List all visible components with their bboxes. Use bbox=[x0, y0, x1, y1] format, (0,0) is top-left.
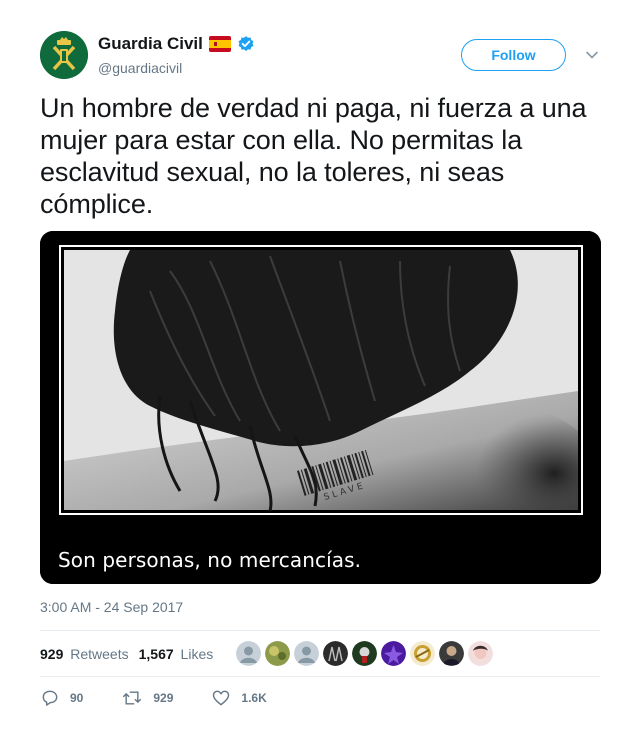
reply-count: 90 bbox=[70, 691, 84, 705]
likes-label: Likes bbox=[180, 645, 214, 662]
likes-stat[interactable]: 1,567 Likes bbox=[139, 646, 214, 662]
retweet-button[interactable]: 929 bbox=[121, 688, 173, 708]
liker-avatar[interactable] bbox=[439, 641, 465, 666]
retweet-count: 929 bbox=[153, 691, 174, 705]
account-names: Guardia Civil @guardiacivil bbox=[98, 34, 255, 76]
tweet-media-image[interactable]: SLAVE Son personas, no mercancías. bbox=[40, 231, 601, 584]
likes-count: 1,567 bbox=[138, 645, 174, 662]
like-count: 1.6K bbox=[241, 691, 267, 705]
liker-avatar[interactable] bbox=[468, 641, 494, 666]
like-button[interactable]: 1.6K bbox=[211, 688, 267, 708]
guardia-civil-emblem-icon bbox=[40, 31, 88, 79]
liker-avatar[interactable] bbox=[265, 641, 291, 666]
media-caption: Son personas, no mercancías. bbox=[58, 548, 362, 572]
tweet-stats: 929 Retweets 1,567 Likes bbox=[40, 631, 600, 676]
reply-button[interactable]: 90 bbox=[40, 688, 83, 708]
heart-icon bbox=[213, 690, 230, 706]
media-photo: SLAVE bbox=[40, 231, 601, 584]
liker-avatar[interactable] bbox=[294, 641, 320, 666]
liker-avatar[interactable] bbox=[323, 641, 349, 666]
spain-flag-icon bbox=[208, 36, 231, 52]
follow-button[interactable]: Follow bbox=[461, 39, 566, 71]
retweets-stat[interactable]: 929 Retweets bbox=[40, 646, 129, 662]
retweets-label: Retweets bbox=[70, 645, 129, 662]
account-handle[interactable]: @guardiacivil bbox=[98, 60, 255, 76]
liker-avatars bbox=[236, 641, 497, 666]
reply-icon bbox=[42, 690, 58, 706]
liker-avatar[interactable] bbox=[381, 641, 407, 666]
tweet-text: Un hombre de verdad ni paga, ni fuerza a… bbox=[40, 93, 587, 219]
liker-avatar[interactable] bbox=[410, 641, 436, 666]
tweet-timestamp[interactable]: 3:00 AM - 24 Sep 2017 bbox=[40, 599, 183, 615]
retweet-icon bbox=[123, 691, 142, 705]
avatar[interactable] bbox=[40, 31, 88, 79]
tweet-header: Guardia Civil @guardiacivil Follow bbox=[40, 31, 600, 81]
liker-avatar[interactable] bbox=[236, 641, 262, 666]
divider bbox=[40, 676, 600, 677]
retweets-count: 929 bbox=[40, 645, 64, 662]
verified-badge-icon bbox=[237, 35, 255, 53]
display-name[interactable]: Guardia Civil bbox=[98, 34, 203, 54]
tweet-actions: 90 929 1.6K bbox=[40, 687, 600, 709]
chevron-down-icon[interactable] bbox=[585, 48, 599, 62]
liker-avatar[interactable] bbox=[352, 641, 378, 666]
